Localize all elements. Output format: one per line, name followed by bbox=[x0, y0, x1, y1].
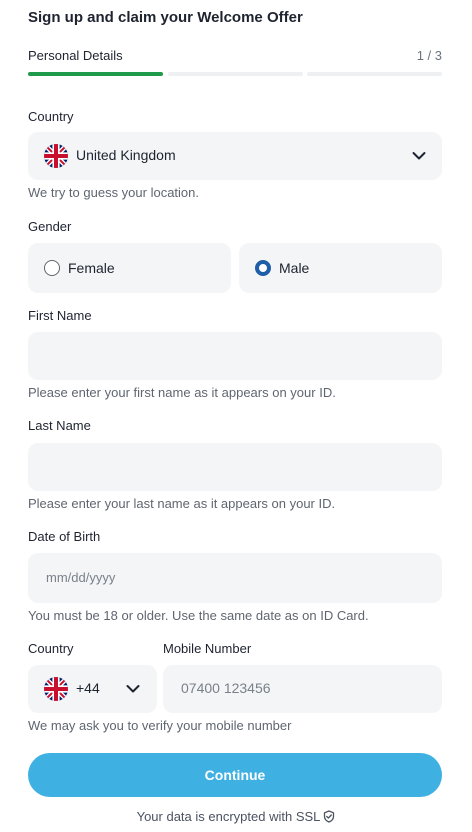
ssl-text: Your data is encrypted with SSL bbox=[136, 809, 321, 825]
phone-hint: We may ask you to verify your mobile num… bbox=[28, 718, 292, 733]
last-name-input[interactable] bbox=[28, 443, 442, 491]
radio-label-male: Male bbox=[279, 260, 310, 276]
last-name-hint: Please enter your last name as it appear… bbox=[28, 496, 336, 511]
gender-option-male[interactable]: Male bbox=[239, 243, 442, 293]
progress-segment-3 bbox=[307, 72, 442, 76]
uk-flag-icon bbox=[44, 677, 68, 701]
continue-button[interactable]: Continue bbox=[28, 753, 442, 797]
progress-segment-1 bbox=[28, 72, 163, 76]
step-counter: 1 / 3 bbox=[416, 48, 442, 63]
step-name: Personal Details bbox=[28, 48, 123, 63]
country-hint: We try to guess your location. bbox=[28, 185, 200, 200]
phone-country-code: +44 bbox=[76, 680, 100, 696]
dob-hint: You must be 18 or older. Use the same da… bbox=[28, 608, 369, 623]
gender-option-female[interactable]: Female bbox=[28, 243, 231, 293]
first-name-label: First Name bbox=[28, 308, 92, 323]
dob-input[interactable]: mm/dd/yyyy bbox=[28, 553, 442, 603]
country-select[interactable]: United Kingdom bbox=[28, 132, 442, 180]
country-value: United Kingdom bbox=[76, 147, 176, 163]
country-label: Country bbox=[28, 109, 74, 124]
dob-label: Date of Birth bbox=[28, 529, 101, 544]
dob-placeholder: mm/dd/yyyy bbox=[46, 570, 116, 585]
chevron-down-icon bbox=[412, 152, 426, 160]
chevron-down-icon bbox=[126, 685, 140, 693]
shield-check-icon bbox=[324, 810, 335, 823]
mobile-number-label: Mobile Number bbox=[163, 641, 252, 656]
phone-country-code-select[interactable]: +44 bbox=[28, 665, 157, 713]
gender-label: Gender bbox=[28, 219, 72, 234]
radio-label-female: Female bbox=[68, 260, 115, 276]
mobile-number-input[interactable]: 07400 123456 bbox=[163, 665, 442, 713]
uk-flag-icon bbox=[44, 144, 68, 168]
radio-female[interactable] bbox=[44, 260, 60, 276]
progress-segment-2 bbox=[168, 72, 303, 76]
first-name-hint: Please enter your first name as it appea… bbox=[28, 385, 336, 400]
page-title: Sign up and claim your Welcome Offer bbox=[28, 9, 303, 26]
first-name-input[interactable] bbox=[28, 332, 442, 380]
last-name-label: Last Name bbox=[28, 418, 91, 433]
mobile-number-placeholder: 07400 123456 bbox=[181, 680, 271, 696]
radio-male[interactable] bbox=[255, 260, 271, 276]
phone-country-label: Country bbox=[28, 641, 74, 656]
ssl-notice: Your data is encrypted with SSL bbox=[0, 808, 472, 824]
